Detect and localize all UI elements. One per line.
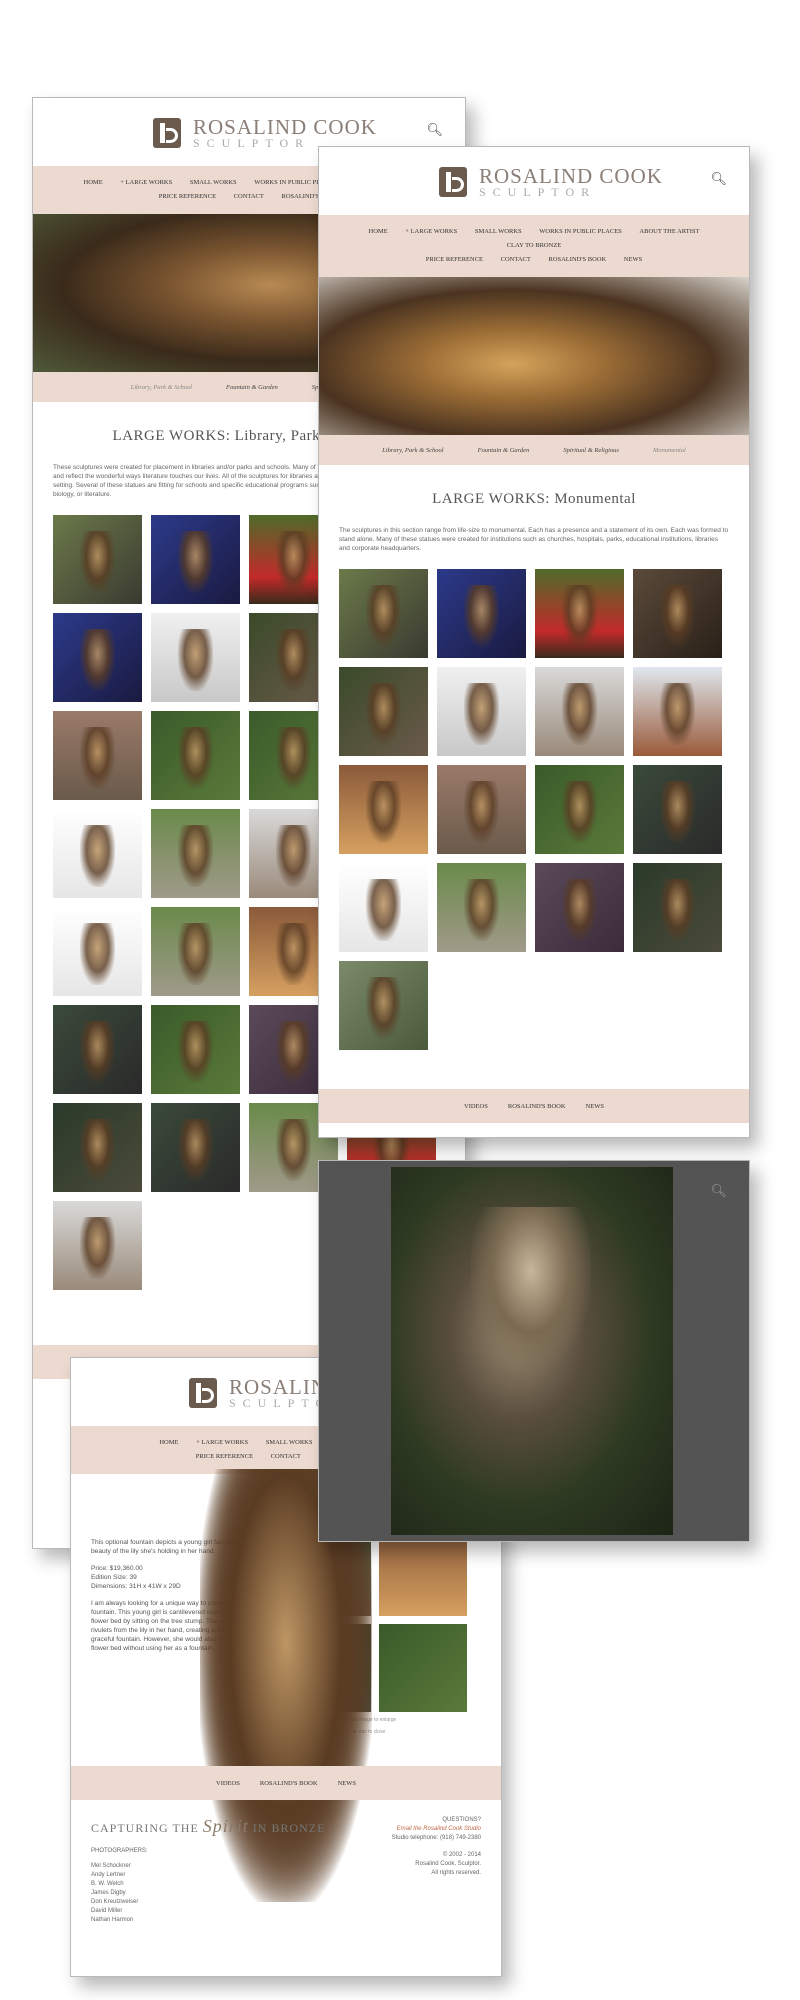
gallery-thumb[interactable] <box>53 809 142 898</box>
gallery-thumb[interactable] <box>339 667 428 756</box>
gallery-thumb[interactable] <box>151 1103 240 1192</box>
gallery-thumb[interactable] <box>437 569 526 658</box>
intro-text: The sculptures in this section range fro… <box>339 527 729 552</box>
nav-home[interactable]: HOME <box>369 225 388 239</box>
subnav-library[interactable]: Library, Park & School <box>382 447 443 454</box>
gallery-thumb[interactable] <box>151 907 240 996</box>
gallery-thumb[interactable] <box>437 667 526 756</box>
nav-news[interactable]: NEWS <box>624 253 642 267</box>
subnav-fountain[interactable]: Fountain & Garden <box>478 447 530 454</box>
logo-mark-icon <box>153 118 181 148</box>
brand-name: ROSALIND COOK <box>479 164 663 188</box>
gallery-thumb[interactable] <box>633 667 722 756</box>
footer-videos[interactable]: VIDEOS <box>464 1103 488 1110</box>
gallery-thumb[interactable] <box>535 765 624 854</box>
gallery-thumb[interactable] <box>53 1005 142 1094</box>
gallery-thumb[interactable] <box>535 667 624 756</box>
detail-thumbs <box>283 1528 467 1712</box>
gallery-thumb[interactable] <box>535 569 624 658</box>
owner: Rosalind Cook, Sculptor. <box>415 1861 481 1867</box>
site-logo[interactable]: ROSALIND COOK SCULPTOR <box>439 163 663 201</box>
nav-home[interactable]: HOME <box>84 176 103 190</box>
brand-name: ROSALIND COOK <box>193 115 377 139</box>
nav-price-reference[interactable]: PRICE REFERENCE <box>426 253 483 267</box>
search-icon: 🔍︎ <box>710 1183 727 1198</box>
gallery-thumb[interactable] <box>53 515 142 604</box>
nav-contact[interactable]: CONTACT <box>234 190 264 204</box>
gallery-thumb[interactable] <box>151 711 240 800</box>
gallery-thumb[interactable] <box>53 711 142 800</box>
questions-label: QUESTIONS? <box>442 1817 481 1823</box>
nav-large-works[interactable]: + LARGE WORKS <box>120 176 172 190</box>
lightbox-photo[interactable] <box>391 1167 673 1535</box>
nav-clay-to-bronze[interactable]: CLAY TO BRONZE <box>507 239 562 253</box>
subnav-library[interactable]: Library, Park & School <box>131 384 192 391</box>
nav-price-reference[interactable]: PRICE REFERENCE <box>159 190 216 204</box>
phone: Studio telephone: (918) 749-2380 <box>391 1835 481 1841</box>
gallery-thumb[interactable] <box>633 765 722 854</box>
gallery-thumb[interactable] <box>535 863 624 952</box>
screenshot-monumental: ROSALIND COOK SCULPTOR 🔍︎ HOME + LARGE W… <box>318 146 750 1138</box>
subnav-monumental[interactable]: Monumental <box>653 447 686 454</box>
contact-info: QUESTIONS? Email the Rosalind Cook Studi… <box>392 1816 481 1878</box>
nav-price-reference[interactable]: PRICE REFERENCE <box>196 1450 253 1464</box>
search-icon[interactable]: 🔍︎ <box>426 122 443 138</box>
gallery-thumb[interactable] <box>437 765 526 854</box>
nav-public-places[interactable]: WORKS IN PUBLIC PLACES <box>539 225 622 239</box>
gallery-thumb[interactable] <box>151 809 240 898</box>
detail-thumb[interactable] <box>379 1624 467 1712</box>
footer-book[interactable]: ROSALIND'S BOOK <box>508 1103 566 1110</box>
page-title: LARGE WORKS: Monumental <box>432 491 636 507</box>
nav-contact[interactable]: CONTACT <box>501 253 531 267</box>
gallery-thumb[interactable] <box>633 569 722 658</box>
footer-news[interactable]: NEWS <box>338 1780 356 1787</box>
detail-content: This optional fountain depicts a young g… <box>71 1528 501 1736</box>
screenshot-lightbox: 🔍︎ <box>318 1160 750 1542</box>
logo-mark-icon <box>439 167 467 197</box>
nav-book[interactable]: ROSALIND'S BOOK <box>548 253 606 267</box>
nav-contact[interactable]: CONTACT <box>271 1450 301 1464</box>
gallery-thumb[interactable] <box>339 765 428 854</box>
nav-large-works[interactable]: + LARGE WORKS <box>405 225 457 239</box>
nav-about[interactable]: ABOUT THE ARTIST <box>639 225 699 239</box>
rights: All rights reserved. <box>431 1870 481 1876</box>
gallery-thumb[interactable] <box>151 613 240 702</box>
copyright: © 2002 - 2014 <box>442 1852 481 1858</box>
subnav-spiritual[interactable]: Spiritual & Religious <box>563 447 619 454</box>
gallery-thumb[interactable] <box>151 1005 240 1094</box>
footer-nav: VIDEOS ROSALIND'S BOOK NEWS <box>71 1766 501 1800</box>
main-nav: HOME + LARGE WORKS SMALL WORKS WORKS IN … <box>319 215 749 277</box>
gallery-grid <box>319 553 749 1050</box>
gallery-thumb[interactable] <box>339 961 428 1050</box>
footer-videos[interactable]: VIDEOS <box>216 1780 240 1787</box>
nav-small-works[interactable]: SMALL WORKS <box>266 1436 313 1450</box>
sub-nav: Library, Park & School Fountain & Garden… <box>319 435 749 465</box>
nav-home[interactable]: HOME <box>159 1436 178 1450</box>
footer-news[interactable]: NEWS <box>586 1103 604 1110</box>
nav-large-works[interactable]: + LARGE WORKS <box>196 1436 248 1450</box>
footer-nav: VIDEOS ROSALIND'S BOOK NEWS <box>319 1089 749 1123</box>
nav-small-works[interactable]: SMALL WORKS <box>475 225 522 239</box>
site-header: ROSALIND COOK SCULPTOR 🔍︎ <box>319 147 749 215</box>
gallery-thumb[interactable] <box>633 863 722 952</box>
email-link[interactable]: Email the Rosalind Cook Studio <box>392 1825 481 1834</box>
subnav-fountain[interactable]: Fountain & Garden <box>226 384 278 391</box>
nav-small-works[interactable]: SMALL WORKS <box>190 176 237 190</box>
footer-book[interactable]: ROSALIND'S BOOK <box>260 1780 318 1787</box>
search-icon[interactable]: 🔍︎ <box>710 171 727 187</box>
gallery-thumb[interactable] <box>339 569 428 658</box>
gallery-thumb[interactable] <box>53 907 142 996</box>
gallery-thumb[interactable] <box>437 863 526 952</box>
gallery-thumb[interactable] <box>53 613 142 702</box>
hero-image <box>319 277 749 435</box>
site-footer: CAPTURING THE Spirit IN BRONZE PHOTOGRAP… <box>71 1802 501 1939</box>
gallery-thumb[interactable] <box>339 863 428 952</box>
logo-mark-icon <box>189 1378 217 1408</box>
gallery-thumb[interactable] <box>53 1103 142 1192</box>
gallery-thumb[interactable] <box>53 1201 142 1290</box>
gallery-thumb[interactable] <box>151 515 240 604</box>
